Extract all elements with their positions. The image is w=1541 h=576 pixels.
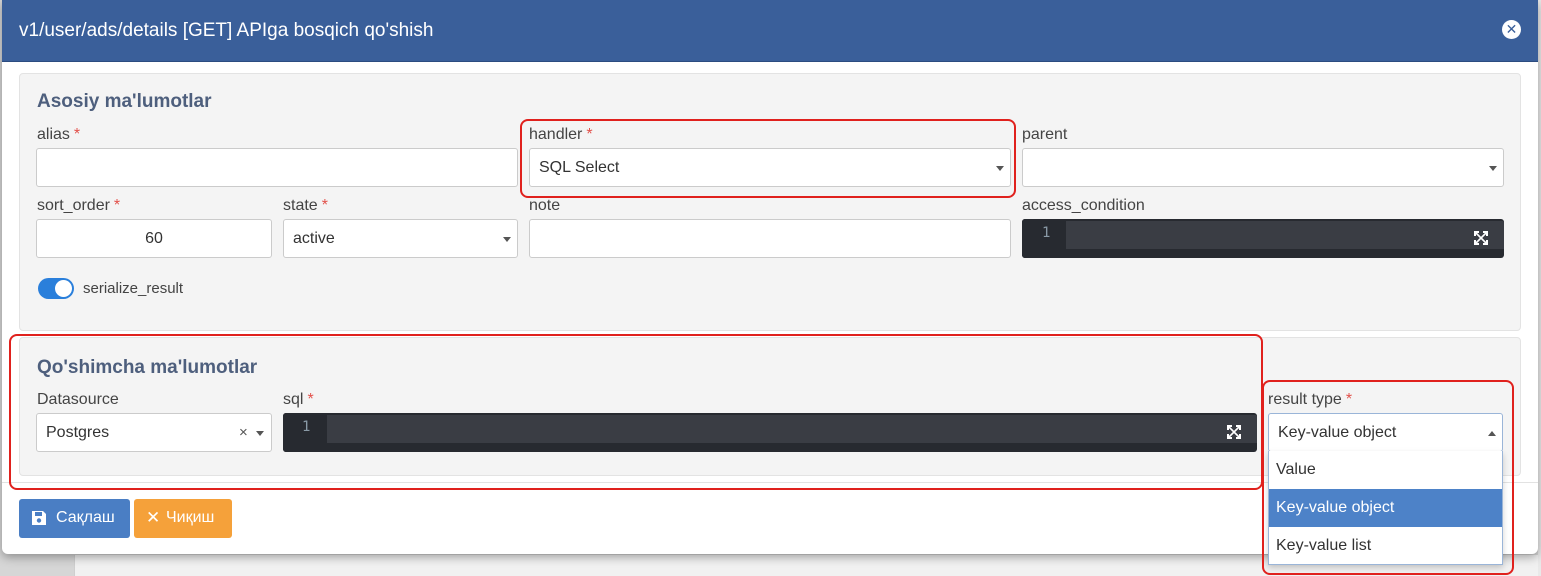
access-condition-label: access_condition (1022, 197, 1145, 214)
sql-label: sql * (283, 391, 314, 408)
chevron-down-icon (1489, 166, 1497, 171)
datasource-value: Postgres (46, 424, 110, 441)
floppy-disk-icon (32, 511, 46, 525)
line-number: 1 (1042, 225, 1051, 241)
chevron-down-icon (996, 166, 1004, 171)
alias-input[interactable] (36, 148, 518, 187)
datasource-label: Datasource (37, 391, 119, 408)
serialize-result-toggle[interactable] (38, 278, 74, 299)
close-icon: ✕ (146, 508, 161, 527)
result-type-dropdown: Value Key-value object Key-value list (1268, 451, 1503, 565)
expand-icon[interactable] (1226, 424, 1242, 440)
sql-editor[interactable]: 1 (283, 413, 1257, 452)
exit-button-label: Чиқиш (166, 509, 215, 526)
access-condition-editor[interactable]: 1 (1022, 219, 1504, 258)
extra-section-title: Qo'shimcha ma'lumotlar (37, 357, 258, 378)
parent-select[interactable] (1022, 148, 1504, 187)
modal-header: v1/user/ads/details [GET] APIga bosqich … (2, 0, 1538, 62)
main-info-panel (19, 73, 1521, 331)
result-type-label: result type * (1268, 391, 1353, 408)
result-type-option-key-value-list[interactable]: Key-value list (1269, 527, 1502, 565)
chevron-down-icon (503, 237, 511, 242)
note-input[interactable] (529, 219, 1011, 258)
state-label: state * (283, 197, 328, 214)
required-mark: * (113, 197, 121, 214)
expand-icon[interactable] (1473, 230, 1489, 246)
note-label: note (529, 197, 561, 214)
parent-label: parent (1022, 126, 1068, 143)
result-type-option-key-value-object[interactable]: Key-value object (1269, 489, 1502, 527)
required-mark: * (586, 126, 593, 143)
save-button[interactable]: Сақлаш (19, 499, 130, 538)
state-select[interactable]: active (283, 219, 518, 258)
state-value: active (293, 230, 335, 247)
required-mark: * (321, 197, 328, 214)
active-code-line (327, 415, 1257, 443)
exit-button[interactable]: ✕ Чиқиш (134, 499, 232, 538)
sort-order-label: sort_order * (37, 197, 121, 214)
datasource-select[interactable]: Postgres × (36, 413, 272, 452)
required-mark: * (1345, 391, 1353, 408)
result-type-option-value[interactable]: Value (1269, 451, 1502, 489)
required-mark: * (73, 126, 81, 143)
line-number: 1 (302, 419, 311, 435)
modal-title: v1/user/ads/details [GET] APIga bosqich … (19, 20, 434, 41)
handler-value: SQL Select (539, 159, 620, 176)
handler-label: handler * (529, 126, 593, 143)
toggle-knob (55, 280, 72, 297)
alias-label: alias * (37, 126, 81, 143)
handler-select[interactable]: SQL Select (529, 148, 1011, 187)
serialize-result-label: serialize_result (83, 280, 184, 297)
close-icon[interactable]: ✕ (1502, 20, 1521, 39)
result-type-value: Key-value object (1278, 424, 1397, 441)
save-button-label: Сақлаш (56, 509, 115, 526)
required-mark: * (307, 391, 314, 408)
result-type-select[interactable]: Key-value object (1268, 413, 1503, 452)
main-section-title: Asosiy ma'lumotlar (37, 91, 212, 112)
chevron-down-icon (256, 431, 264, 436)
chevron-up-icon (1488, 431, 1496, 436)
clear-icon[interactable]: × (239, 424, 248, 441)
active-code-line (1066, 221, 1504, 249)
sort-order-input[interactable] (36, 219, 272, 258)
